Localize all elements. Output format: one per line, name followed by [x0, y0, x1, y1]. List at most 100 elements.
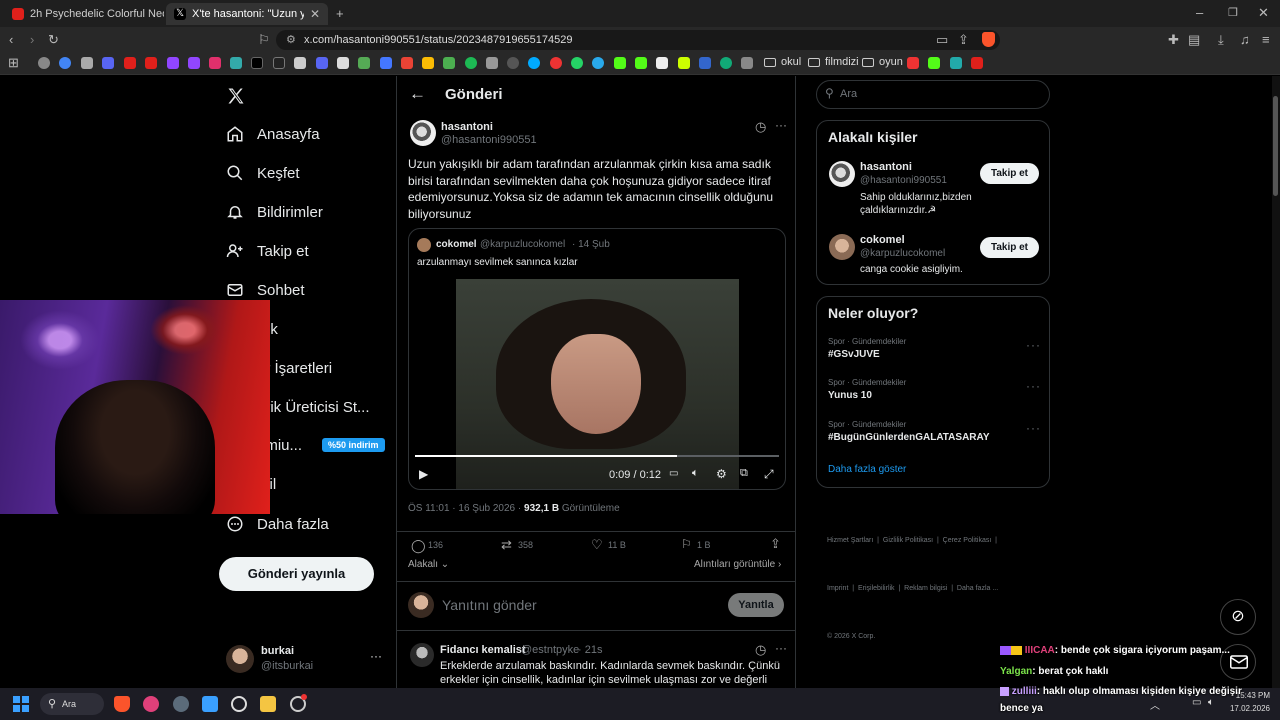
windows-start-icon[interactable]: [13, 696, 29, 712]
bookmark-icon[interactable]: [907, 57, 919, 69]
reply-author-name[interactable]: Fidancı kemalist: [440, 644, 526, 656]
spotify-bookmark-icon[interactable]: [465, 57, 477, 69]
bookmark-page-icon[interactable]: ⚐: [258, 32, 270, 48]
apps-grid-icon[interactable]: ⊞: [8, 55, 19, 71]
follow-button[interactable]: Takip et: [980, 163, 1039, 184]
settings-gear-icon[interactable]: ⚙: [716, 467, 727, 481]
post-author-avatar[interactable]: [410, 120, 436, 146]
tab-x-post[interactable]: 𝕏 X'te hasantoni: "Uzun yakışıklı bir ✕: [166, 3, 328, 25]
nav-explore[interactable]: Keşfet: [226, 160, 300, 186]
telegram-bookmark-icon[interactable]: [592, 57, 604, 69]
new-tab-button[interactable]: +: [336, 6, 344, 22]
bookmark-icon[interactable]: [81, 57, 93, 69]
play-icon[interactable]: ▶: [419, 467, 428, 481]
bookmark-icon[interactable]: [102, 57, 114, 69]
media-player-taskbar-icon[interactable]: [143, 696, 159, 712]
reply-input[interactable]: Yanıtını gönder: [442, 597, 537, 613]
drive-bookmark-icon[interactable]: [422, 57, 434, 69]
tiktok-bookmark-icon[interactable]: [273, 57, 285, 69]
kick-bookmark-icon[interactable]: [928, 57, 940, 69]
bookmark-folder-okul[interactable]: okul: [764, 56, 801, 68]
post-author-name[interactable]: hasantoni: [441, 121, 493, 133]
bookmark-icon[interactable]: [380, 57, 392, 69]
bookmark-icon[interactable]: [486, 57, 498, 69]
bookmark-icon[interactable]: [337, 57, 349, 69]
grok-floating-button[interactable]: ⊘: [1220, 599, 1256, 635]
chatgpt-taskbar-icon[interactable]: [231, 696, 247, 712]
person-avatar[interactable]: [829, 234, 855, 260]
taskbar-search[interactable]: ⚲ Ara: [40, 693, 104, 715]
trend-more-icon[interactable]: ···: [1026, 338, 1041, 352]
person-name[interactable]: hasantoni: [860, 161, 912, 173]
captions-icon[interactable]: ▭: [669, 468, 678, 479]
gmail-bookmark-icon[interactable]: [401, 57, 413, 69]
close-tab-icon[interactable]: ✕: [304, 7, 320, 21]
relevant-sort-dropdown[interactable]: Alakalı ⌄: [408, 559, 449, 570]
download-icon[interactable]: ⤓: [1218, 32, 1224, 48]
bookmark-icon[interactable]: [294, 57, 306, 69]
post-author-handle[interactable]: @hasantoni990551: [441, 134, 537, 146]
twitch-bookmark-icon[interactable]: [167, 57, 179, 69]
bookmark-icon[interactable]: [950, 57, 962, 69]
fullscreen-icon[interactable]: ⤢: [764, 467, 774, 482]
x-bookmark-icon[interactable]: [251, 57, 263, 69]
post-button[interactable]: Gönderi yayınla: [219, 557, 374, 591]
trend-more-icon[interactable]: ···: [1026, 379, 1041, 393]
kick-bookmark-icon[interactable]: [635, 57, 647, 69]
bookmark-icon[interactable]: [678, 57, 690, 69]
footer-links[interactable]: Hizmet Şartları | Gizlilik Politikası | …: [827, 533, 998, 549]
youtube-bookmark-icon[interactable]: [145, 57, 157, 69]
twitch-bookmark-icon[interactable]: [188, 57, 200, 69]
clock-date[interactable]: 17.02.2026: [1228, 704, 1270, 713]
url-input[interactable]: ⚙ x.com/hasantoni990551/status/202348791…: [276, 30, 1000, 50]
account-more-icon[interactable]: ···: [370, 649, 382, 663]
file-explorer-taskbar-icon[interactable]: [260, 696, 276, 712]
menu-icon[interactable]: ≡: [1262, 32, 1270, 48]
grok-post-icon[interactable]: ◷: [755, 642, 766, 658]
whatsapp-bookmark-icon[interactable]: [571, 57, 583, 69]
nav-notifications[interactable]: Bildirimler: [226, 199, 323, 225]
search-input[interactable]: ⚲ Ara: [816, 80, 1050, 109]
bookmark-icon[interactable]: [443, 57, 455, 69]
footer-links[interactable]: Imprint | Erişilebilirlik | Reklam bilgi…: [827, 581, 998, 597]
bookmark-icon[interactable]: [656, 57, 668, 69]
video-progress-track[interactable]: [415, 455, 779, 457]
discord-bookmark-icon[interactable]: [316, 57, 328, 69]
reply-more-icon[interactable]: ···: [775, 641, 787, 655]
network-icon[interactable]: ▭: [1192, 697, 1201, 708]
x-logo-icon[interactable]: [226, 86, 246, 106]
obs-taskbar-icon[interactable]: [173, 696, 189, 712]
volume-icon[interactable]: 🔈︎: [692, 467, 699, 480]
share-icon[interactable]: ⇪: [958, 32, 969, 48]
bookmark-icon[interactable]: ⚐: [681, 537, 692, 551]
person-handle[interactable]: @hasantoni990551: [860, 175, 947, 186]
grok-post-icon[interactable]: ◷: [755, 119, 766, 135]
nav-home[interactable]: Anasayfa: [226, 121, 320, 147]
bookmark-folder-filmdizi[interactable]: filmdizi: [808, 56, 859, 68]
person-avatar[interactable]: [829, 161, 855, 187]
extensions-icon[interactable]: ✚: [1168, 32, 1179, 48]
brave-shield-icon[interactable]: [982, 32, 995, 47]
close-window-icon[interactable]: ✕: [1258, 5, 1269, 21]
show-more-link[interactable]: Daha fazla göster: [828, 464, 906, 475]
reply-icon[interactable]: ◯: [411, 538, 426, 554]
post-timestamp[interactable]: ÖS 11:01 · 16 Şub 2026 ·: [408, 503, 521, 514]
cast-icon[interactable]: ▭: [936, 32, 948, 48]
maximize-icon[interactable]: ❐: [1228, 5, 1238, 21]
reload-icon[interactable]: ↻: [48, 32, 59, 48]
bookmark-icon[interactable]: [741, 57, 753, 69]
tab-youtube[interactable]: 2h Psychedelic Colorful Neon Backgr: [4, 3, 164, 25]
media-icon[interactable]: ♫: [1240, 32, 1250, 48]
tray-chevron-icon[interactable]: ︿: [1150, 697, 1160, 712]
video-player[interactable]: [456, 279, 739, 489]
bookmark-icon[interactable]: [230, 57, 242, 69]
back-arrow-icon[interactable]: ←: [409, 84, 426, 104]
nav-follow[interactable]: Takip et: [226, 238, 309, 264]
trend-item[interactable]: Spor · Gündemdekiler #BugünGünlerdenGALA…: [817, 418, 1049, 452]
reply-author-handle[interactable]: @estntpyke: [521, 644, 579, 656]
trend-item[interactable]: Spor · Gündemdekiler #GSvJUVE: [817, 335, 1049, 369]
page-scrollbar[interactable]: [1272, 76, 1280, 688]
instagram-bookmark-icon[interactable]: [209, 57, 221, 69]
github-bookmark-icon[interactable]: [507, 57, 519, 69]
account-switcher[interactable]: burkai @itsburkai ···: [226, 643, 386, 677]
